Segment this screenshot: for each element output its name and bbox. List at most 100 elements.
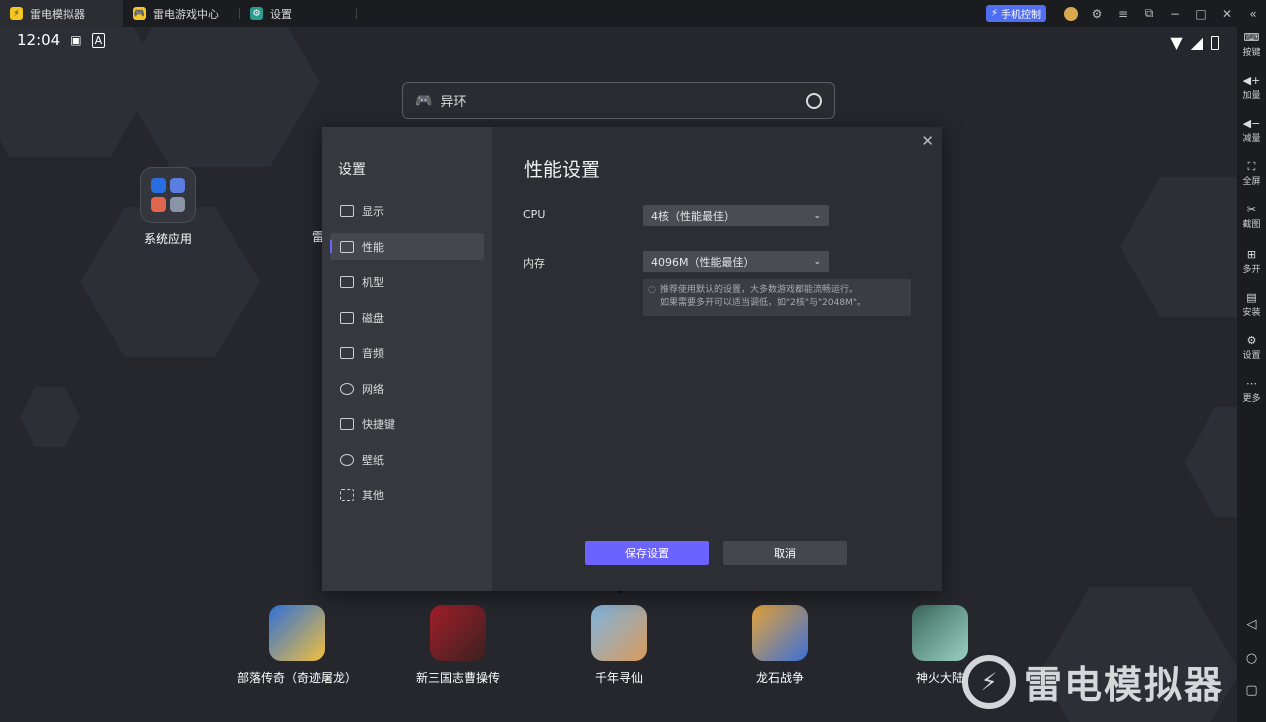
install-icon: ▤: [1246, 291, 1257, 304]
toolbar-screenshot[interactable]: ✂ 截图: [1237, 203, 1266, 230]
restore-icon[interactable]: ⧉: [1136, 0, 1162, 27]
maximize-icon[interactable]: □: [1188, 0, 1214, 27]
signal-icon: ◢: [1190, 33, 1203, 52]
game-icon: [269, 605, 325, 661]
nav-label: 显示: [362, 204, 384, 218]
toolbar-label: 截图: [1242, 220, 1261, 230]
page-title: 性能设置: [524, 159, 601, 181]
recents-icon: ▢: [1245, 683, 1258, 698]
close-icon[interactable]: ✕: [921, 132, 934, 150]
monitor-icon: [340, 204, 354, 217]
disk-icon: [340, 311, 354, 324]
close-icon[interactable]: ✕: [1214, 0, 1240, 27]
lightning-icon: ⚡: [990, 8, 998, 19]
volume-down-icon: ◀−: [1242, 117, 1261, 130]
search-icon[interactable]: [806, 92, 822, 109]
game-item[interactable]: 部落传奇（奇迹屠龙）: [227, 605, 367, 686]
toolbar-keymap[interactable]: ⌨ 按键: [1237, 31, 1266, 58]
emulator-logo-icon: ⚡: [10, 7, 23, 20]
toolbar-volume-down[interactable]: ◀− 减量: [1237, 117, 1266, 144]
memory-label: 内存: [523, 257, 545, 270]
tab-game-center[interactable]: 🎮 雷电游戏中心: [123, 0, 240, 27]
tab-emulator-label: 雷电模拟器: [30, 7, 85, 21]
brand-watermark: ⚡ 雷电模拟器: [962, 654, 1224, 709]
game-icon: [912, 605, 968, 661]
toolbar-more[interactable]: ⋯ 更多: [1237, 377, 1266, 404]
toolbar-multi-instance[interactable]: ⊞ 多开: [1237, 248, 1266, 275]
tab-emulator[interactable]: ⚡ 雷电模拟器: [0, 0, 123, 27]
nav-shortcuts[interactable]: 快捷键: [330, 410, 484, 437]
toolbar-label: 安装: [1242, 308, 1261, 318]
toolbar-settings[interactable]: ⚙ 设置: [1237, 334, 1266, 361]
nav-disk[interactable]: 磁盘: [330, 304, 484, 331]
wifi-icon: ▼: [1170, 33, 1183, 52]
nav-model[interactable]: 机型: [330, 268, 484, 295]
toolbar-volume-up[interactable]: ◀+ 加量: [1237, 74, 1266, 101]
memory-select[interactable]: 4096M（性能最佳） ⌄: [643, 251, 829, 272]
game-item[interactable]: 龙石战争: [710, 605, 850, 686]
folder-icon: [140, 167, 196, 223]
system-apps-label: 系统应用: [143, 232, 192, 246]
toolbar-label: 多开: [1242, 265, 1261, 275]
gamepad-icon: 🎮: [415, 92, 433, 109]
cpu-label: CPU: [523, 208, 546, 221]
cpu-select[interactable]: 4核（性能最佳） ⌄: [643, 205, 829, 226]
recents-button[interactable]: ▢: [1237, 683, 1266, 698]
nav-network[interactable]: 网络: [330, 375, 484, 402]
cancel-button[interactable]: 取消: [723, 541, 847, 565]
toolbar-install[interactable]: ▤ 安装: [1237, 291, 1266, 318]
minimize-icon[interactable]: −: [1162, 0, 1188, 27]
nav-display[interactable]: 显示: [330, 197, 484, 224]
game-icon: [430, 605, 486, 661]
toolbar-fullscreen[interactable]: ⛶ 全屏: [1237, 160, 1266, 187]
game-icon: [752, 605, 808, 661]
nav-performance[interactable]: 性能: [330, 233, 484, 260]
lightbulb-icon: ◌: [648, 285, 656, 295]
hint-line-1: 推荐使用默认的设置，大多数游戏都能流畅运行。: [660, 285, 859, 295]
home-icon: ○: [1245, 651, 1258, 666]
chevron-down-icon: ⌄: [813, 256, 821, 267]
menu-icon[interactable]: ≡: [1110, 0, 1136, 27]
phone-control-label: 手机控制: [1001, 10, 1041, 21]
more-icon: ⋯: [1246, 377, 1257, 390]
game-center-icon: 🎮: [133, 7, 146, 20]
multi-instance-icon: ⊞: [1246, 248, 1257, 261]
back-button[interactable]: ◁: [1237, 617, 1266, 632]
collapse-icon[interactable]: «: [1240, 0, 1266, 27]
nav-wallpaper[interactable]: 壁纸: [330, 446, 484, 473]
settings-dialog: 设置 显示 性能 机型 磁盘 音频 网络 快捷键 壁纸 其他 ✕ 性能设置 CP…: [322, 127, 942, 591]
tab-settings-label: 设置: [270, 7, 292, 21]
phone-control-button[interactable]: ⚡ 手机控制: [985, 5, 1046, 22]
nav-label: 音频: [362, 346, 384, 360]
memory-value: 4096M（性能最佳）: [651, 255, 755, 269]
game-item[interactable]: 千年寻仙: [549, 605, 689, 686]
image-icon: ▣: [70, 33, 82, 47]
keyboard-icon: [340, 417, 354, 430]
right-toolbar: ⌨ 按键 ◀+ 加量 ◀− 减量 ⛶ 全屏 ✂ 截图 ⊞ 多开 ▤ 安装 ⚙ 设…: [1237, 27, 1266, 722]
nav-label: 网络: [362, 382, 384, 396]
system-apps-folder[interactable]: 系统应用: [140, 167, 196, 247]
tab-settings[interactable]: ⚙ 设置: [240, 0, 357, 27]
save-settings-button[interactable]: 保存设置: [585, 541, 709, 565]
palette-icon: [340, 453, 354, 466]
background-hexagon: [1120, 177, 1237, 317]
gallery-app-icon: [151, 197, 166, 212]
gear-icon[interactable]: ⚙: [1084, 0, 1110, 27]
search-input[interactable]: 异环: [440, 91, 806, 110]
search-bar[interactable]: 🎮 异环: [402, 82, 835, 119]
nav-other[interactable]: 其他: [330, 481, 484, 508]
contacts-app-icon: [170, 197, 185, 212]
nav-label: 机型: [362, 275, 384, 289]
home-button[interactable]: ○: [1237, 651, 1266, 666]
settings-sidebar: 设置 显示 性能 机型 磁盘 音频 网络 快捷键 壁纸 其他: [322, 127, 492, 591]
toolbar-label: 设置: [1242, 351, 1261, 361]
browser-app-icon: [170, 178, 185, 193]
globe-icon: [340, 382, 354, 395]
game-item[interactable]: 新三国志曹操传: [388, 605, 528, 686]
avatar[interactable]: [1058, 0, 1084, 27]
nav-audio[interactable]: 音频: [330, 339, 484, 366]
game-label: 龙石战争: [755, 671, 804, 685]
toolbar-label: 更多: [1242, 394, 1261, 404]
title-bar: ⚡ 雷电模拟器 🎮 雷电游戏中心 ⚙ 设置 ⚡ 手机控制 ⚙ ≡ ⧉ − □ ✕…: [0, 0, 1266, 27]
performance-hint: ◌ 推荐使用默认的设置，大多数游戏都能流畅运行。 如果需要多开可以适当调低，如"…: [643, 279, 911, 316]
